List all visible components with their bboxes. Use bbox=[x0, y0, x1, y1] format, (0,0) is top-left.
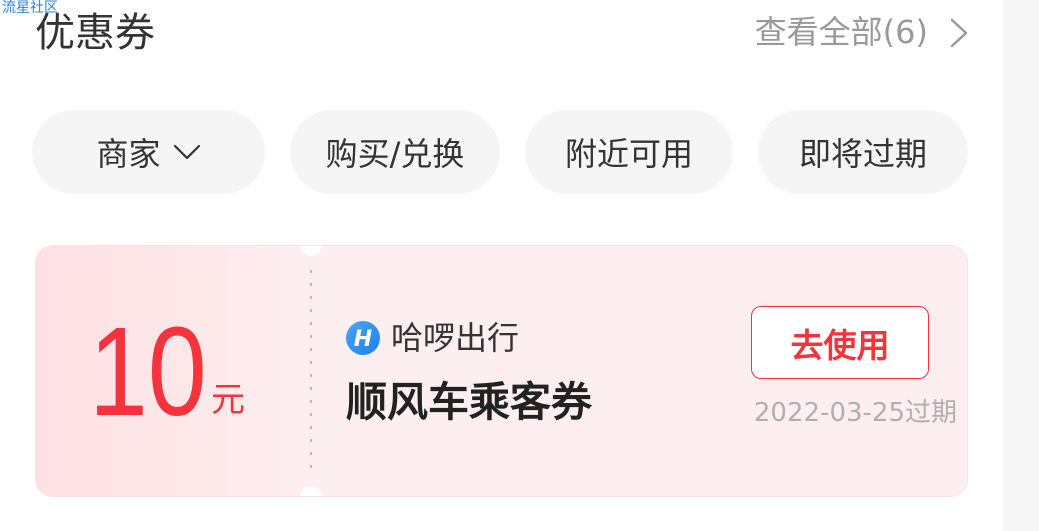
filter-chip-label: 购买/兑换 bbox=[325, 135, 465, 173]
coupon-amount: 10 bbox=[89, 301, 207, 442]
filter-chip-nearby[interactable]: 附近可用 bbox=[525, 110, 733, 194]
filter-chip-purchase-redeem[interactable]: 购买/兑换 bbox=[290, 110, 500, 194]
filter-chip-merchant[interactable]: 商家 bbox=[32, 110, 265, 194]
coupon-notch-bottom bbox=[300, 486, 322, 496]
svg-text:H: H bbox=[354, 327, 372, 352]
watermark: 流星社区 bbox=[2, 0, 58, 16]
filter-chip-label: 附近可用 bbox=[564, 135, 693, 173]
filter-chip-label: 商家 bbox=[96, 135, 161, 173]
merchant-name: 哈啰出行 bbox=[391, 319, 520, 357]
coupon-expiry-date: 2022-03-25过期 bbox=[753, 398, 957, 428]
chevron-right-icon bbox=[950, 18, 968, 48]
coupon-title: 顺风车乘客券 bbox=[346, 378, 592, 426]
chevron-down-icon bbox=[173, 144, 200, 160]
view-all-link[interactable]: 查看全部(6) bbox=[700, 10, 975, 56]
coupon-perforation-divider bbox=[310, 270, 312, 475]
hellobike-logo-icon: H bbox=[346, 321, 380, 355]
coupon-amount-unit: 元 bbox=[211, 380, 245, 420]
view-all-label: 查看全部(6) bbox=[754, 13, 928, 51]
filter-chip-label: 即将过期 bbox=[798, 135, 927, 173]
use-coupon-button[interactable]: 去使用 bbox=[751, 306, 929, 379]
filter-chip-expiring-soon[interactable]: 即将过期 bbox=[758, 110, 968, 194]
coupon-card: 10 元 H 哈啰出行 顺风车乘客券 去使用 2022-03-25过期 bbox=[35, 245, 968, 497]
right-edge-panel bbox=[1003, 0, 1039, 531]
